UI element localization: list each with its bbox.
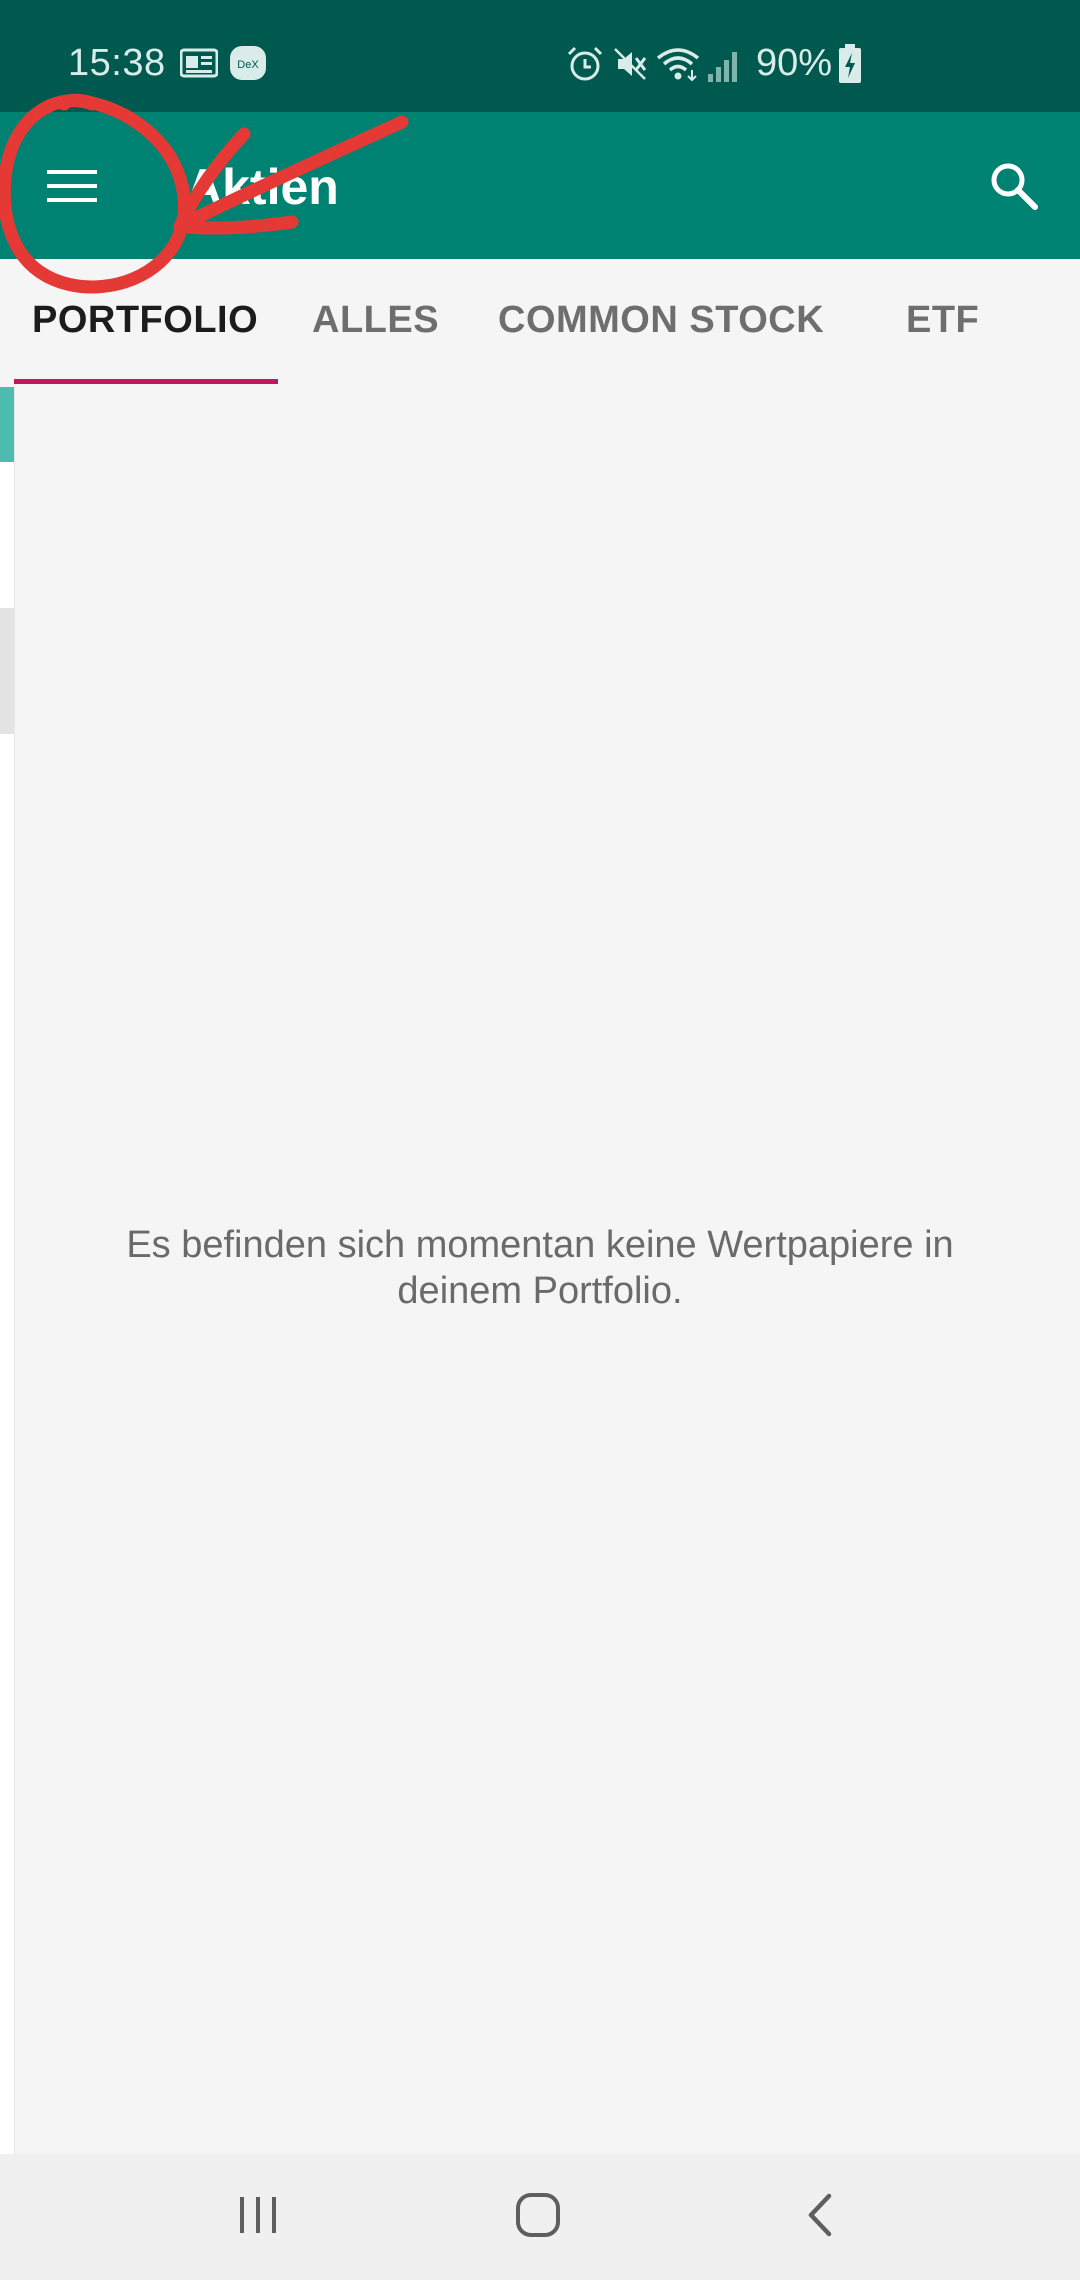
battery-percent: 90% xyxy=(756,42,833,84)
active-tab-indicator xyxy=(14,379,278,384)
app-bar: Aktien xyxy=(0,112,1080,259)
search-icon xyxy=(989,161,1039,216)
empty-portfolio-message: Es befinden sich momentan keine Wertpapi… xyxy=(126,1224,954,1312)
page-title: Aktien xyxy=(186,159,339,215)
back-button[interactable] xyxy=(784,2184,856,2250)
status-bar: 15:38 DeX 90% xyxy=(0,0,1080,112)
menu-button[interactable] xyxy=(30,146,114,230)
tab-portfolio[interactable]: PORTFOLIO xyxy=(32,299,258,342)
wifi-icon xyxy=(656,46,700,87)
signal-icon xyxy=(706,50,742,87)
battery-charging-icon xyxy=(838,44,862,89)
tab-alles[interactable]: ALLES xyxy=(312,299,439,342)
screen: 15:38 DeX 90% Aktien PORTFOLIO ALLES COM… xyxy=(0,0,1080,2280)
back-icon xyxy=(805,2192,835,2243)
hamburger-menu-icon xyxy=(47,168,97,209)
tab-etf[interactable]: ETF xyxy=(906,299,979,342)
mute-icon xyxy=(612,46,648,87)
navigation-bar xyxy=(0,2154,1080,2280)
home-button[interactable] xyxy=(502,2184,574,2250)
alarm-icon xyxy=(566,46,604,87)
status-time: 15:38 xyxy=(68,42,166,84)
recent-apps-button[interactable] xyxy=(222,2184,294,2250)
svg-text:DeX: DeX xyxy=(237,59,259,71)
home-icon xyxy=(515,2192,561,2243)
tab-common-stock[interactable]: COMMON STOCK xyxy=(498,299,824,342)
tab-bar: PORTFOLIO ALLES COMMON STOCK ETF xyxy=(0,259,1080,387)
search-button[interactable] xyxy=(978,152,1050,224)
dex-icon: DeX xyxy=(230,46,266,85)
recent-apps-icon xyxy=(236,2195,280,2240)
news-icon xyxy=(179,48,219,83)
